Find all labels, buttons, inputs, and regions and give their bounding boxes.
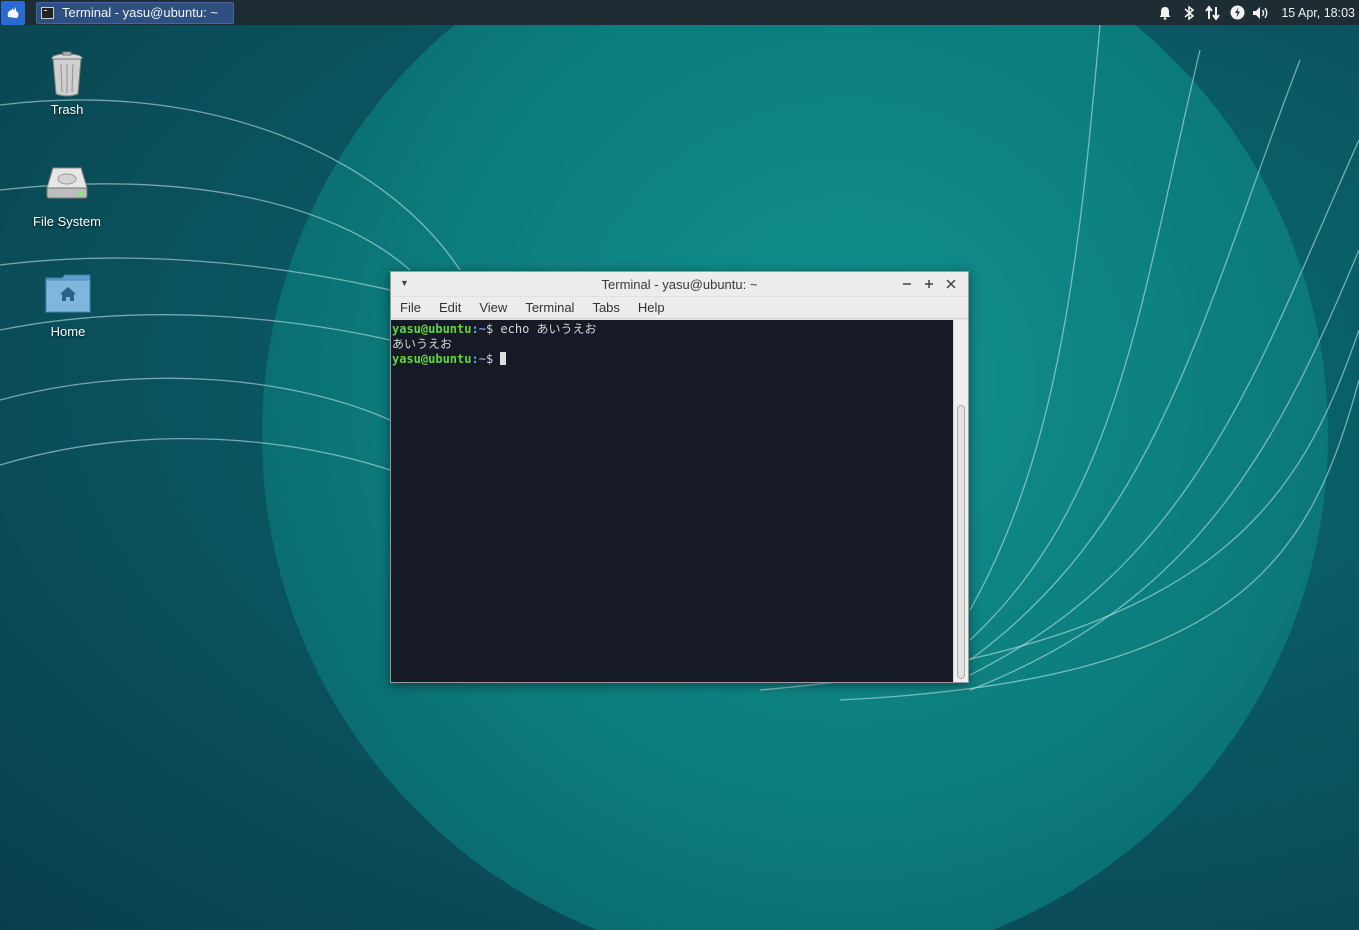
command-output: あいうえお: [392, 337, 453, 351]
scrollbar-thumb[interactable]: [957, 405, 965, 679]
clock[interactable]: 15 Apr, 18:03: [1281, 6, 1355, 20]
applications-menu-button[interactable]: [1, 0, 25, 25]
window-menu-icon[interactable]: ▼: [400, 278, 409, 288]
prompt-symbol: $: [485, 322, 501, 336]
xfce-mouse-icon: [7, 6, 19, 18]
terminal-line: yasu@ubuntu:~$ echo あいうえお: [392, 322, 952, 337]
menu-help[interactable]: Help: [638, 300, 665, 315]
window-title: Terminal - yasu@ubuntu: ~: [601, 276, 758, 292]
prompt-user: yasu@ubuntu: [392, 352, 472, 366]
network-icon[interactable]: [1201, 0, 1225, 25]
trash-icon: [43, 50, 91, 98]
home-folder-icon: [44, 272, 92, 320]
terminal-icon: [41, 6, 54, 19]
taskbar-terminal-button[interactable]: Terminal - yasu@ubuntu: ~: [36, 1, 234, 24]
desktop-icon-file-system[interactable]: File System: [12, 162, 122, 229]
prompt-symbol: $: [485, 352, 501, 366]
command-text: echo あいうえお: [500, 322, 597, 336]
taskbar-terminal-label: Terminal - yasu@ubuntu: ~: [62, 5, 218, 20]
menu-view[interactable]: View: [479, 300, 507, 315]
system-tray: 15 Apr, 18:03: [1153, 0, 1359, 25]
minimize-button[interactable]: [896, 275, 918, 293]
window-titlebar[interactable]: ▼ Terminal - yasu@ubuntu: ~: [391, 272, 968, 297]
desktop-icon-label: Home: [50, 324, 86, 339]
close-button[interactable]: [940, 275, 962, 293]
terminal-scrollbar[interactable]: [953, 320, 968, 682]
close-icon: [946, 279, 956, 289]
terminal-line: yasu@ubuntu:~$: [392, 352, 952, 367]
terminal-cursor: [500, 352, 507, 365]
hard-drive-icon: [43, 162, 91, 210]
menu-file[interactable]: File: [400, 300, 421, 315]
power-icon[interactable]: [1225, 0, 1249, 25]
prompt-user: yasu@ubuntu: [392, 322, 472, 336]
minimize-icon: [903, 283, 911, 285]
desktop-icon-label: File System: [33, 214, 101, 229]
window-menubar: File Edit View Terminal Tabs Help: [391, 297, 968, 319]
maximize-button[interactable]: [918, 275, 940, 293]
menu-terminal[interactable]: Terminal: [525, 300, 574, 315]
menu-tabs[interactable]: Tabs: [592, 300, 619, 315]
terminal-output[interactable]: yasu@ubuntu:~$ echo あいうえお あいうえお yasu@ubu…: [391, 320, 953, 682]
menu-edit[interactable]: Edit: [439, 300, 461, 315]
terminal-window: ▼ Terminal - yasu@ubuntu: ~ File Edit Vi…: [390, 271, 969, 683]
bell-icon[interactable]: [1153, 0, 1177, 25]
desktop-icon-trash[interactable]: Trash: [12, 50, 122, 117]
volume-icon[interactable]: [1249, 0, 1273, 25]
prompt-path: :~: [471, 352, 486, 366]
maximize-icon: [925, 280, 933, 288]
prompt-path: :~: [471, 322, 486, 336]
terminal-line: あいうえお: [392, 337, 952, 352]
desktop-icon-label: Trash: [50, 102, 84, 117]
bluetooth-icon[interactable]: [1177, 0, 1201, 25]
desktop-icon-home[interactable]: Home: [13, 272, 123, 339]
top-panel: Terminal - yasu@ubuntu: ~ 15 Apr, 18:03: [0, 0, 1359, 25]
